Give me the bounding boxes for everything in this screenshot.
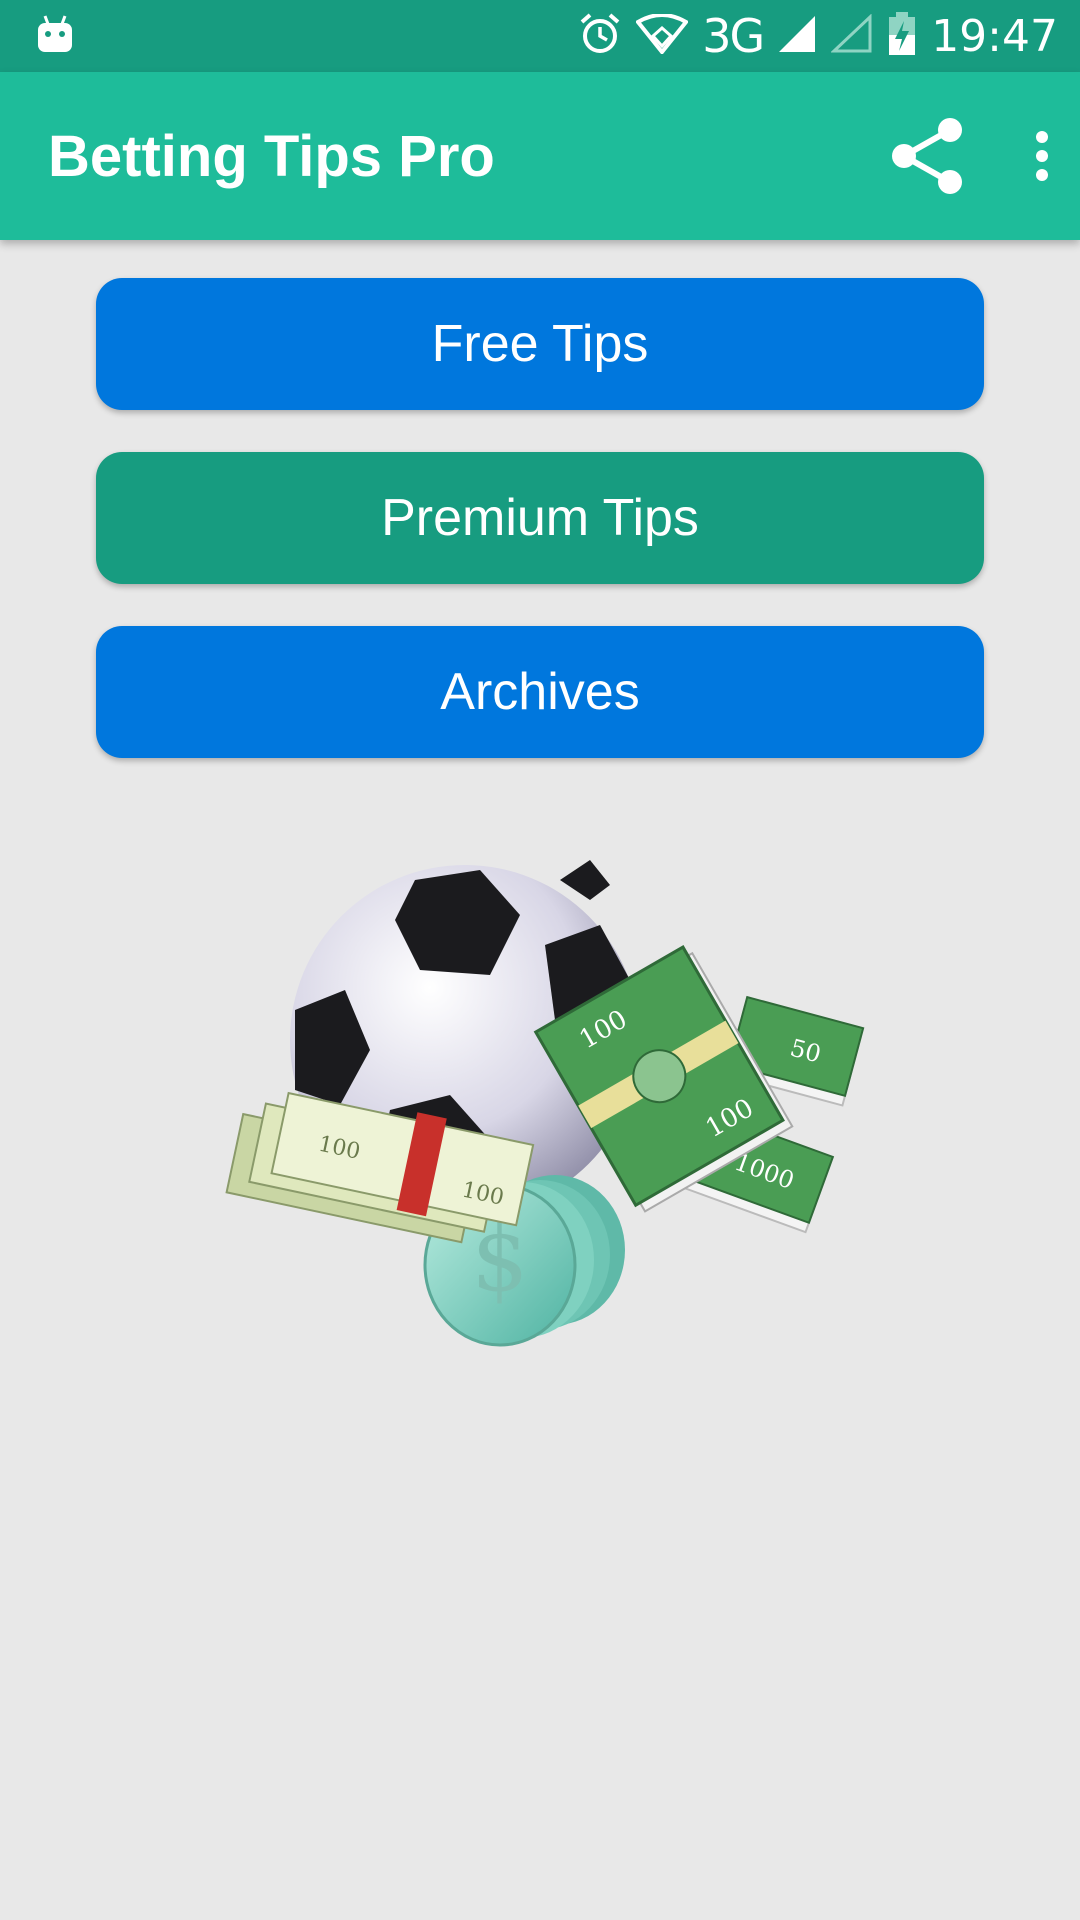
status-bar: 3G 19:47	[0, 0, 1080, 72]
premium-tips-button[interactable]: Premium Tips	[96, 452, 984, 584]
app-bar: Betting Tips Pro	[0, 72, 1080, 240]
free-tips-button[interactable]: Free Tips	[96, 278, 984, 410]
soccer-money-illustration: $ 100 100 1000 50 100 100	[210, 840, 870, 1360]
network-type: 3G	[702, 9, 765, 63]
archives-button[interactable]: Archives	[96, 626, 984, 758]
more-vert-icon[interactable]	[1034, 130, 1050, 182]
share-icon[interactable]	[890, 116, 964, 196]
status-left	[36, 14, 74, 59]
signal-icon	[777, 14, 817, 59]
battery-charging-icon	[887, 11, 917, 62]
wifi-icon	[635, 12, 690, 59]
android-icon	[36, 14, 74, 59]
signal-empty-icon	[830, 13, 873, 59]
alarm-icon	[578, 12, 622, 61]
app-title: Betting Tips Pro	[48, 123, 495, 189]
status-right: 3G 19:47	[578, 9, 1058, 63]
app-actions	[890, 116, 1050, 196]
menu-buttons: Free Tips Premium Tips Archives	[96, 278, 984, 758]
status-time: 19:47	[931, 10, 1058, 62]
